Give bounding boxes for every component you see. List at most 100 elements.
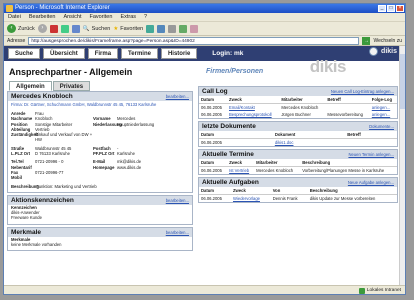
new-calllog-link[interactable]: Neuen Call Log-Eintrag anlegen...	[331, 87, 394, 96]
address-input[interactable]: http://ausgesprochen.de/dikis/Frameframe…	[28, 36, 360, 45]
appointments-heading: Aktuelle Termine	[202, 151, 254, 158]
messenger-icon[interactable]	[190, 24, 199, 33]
menu-bar: Datei Bearbeiten Ansicht Favoriten Extra…	[4, 13, 405, 22]
print-icon[interactable]	[168, 24, 177, 33]
task-purpose-link[interactable]: Wiedervorlage	[233, 196, 260, 201]
stop-icon[interactable]	[49, 24, 58, 33]
followup-link[interactable]: anlegen...	[372, 112, 390, 117]
appointments-section: Aktuelle Termine Neuen Termin anlegen... …	[198, 149, 398, 175]
detail-row: ZuständigkeitEinkauf und Verkauf von DW …	[8, 132, 192, 143]
description-value: Funktion: Marketing und Vertrieb	[36, 183, 97, 189]
close-button[interactable]: ×	[396, 5, 404, 12]
login-label: Login: mk	[212, 50, 244, 57]
back-button[interactable]: ‹ Zurück	[7, 24, 35, 33]
menu-tools[interactable]: Extras	[120, 13, 136, 21]
mail-icon[interactable]	[157, 24, 166, 33]
minimize-button[interactable]: _	[378, 5, 386, 12]
right-column: Call Log Neuen Call Log-Eintrag anlegen..…	[198, 86, 398, 205]
menu-file[interactable]: Datei	[8, 13, 21, 21]
address-bar: Adresse http://ausgesprochen.de/dikis/Fr…	[4, 36, 405, 46]
table-row: 06.06.2005 Email/Kontakt Mercedes Knobloch…	[201, 105, 391, 110]
refresh-icon[interactable]	[60, 24, 69, 33]
search-icon: 🔍	[82, 25, 90, 32]
field-value: Hauptniederlassung	[117, 121, 155, 127]
field-value: mk@dikis.de	[117, 159, 142, 165]
back-arrow-icon: ‹	[7, 24, 16, 33]
search-button[interactable]: 🔍 Suchen	[83, 26, 111, 32]
left-column: Mercedes Knobloch bearbeiten... Firma: Dr…	[7, 91, 193, 253]
appointment-purpose-link[interactable]: Ist Vertrieb	[229, 168, 249, 173]
table-row: 06.06.2005 Besprechungsprotokoll Jürgen Bu…	[201, 112, 391, 117]
features-heading: Merkmale	[11, 228, 41, 236]
favorites-button[interactable]: ★ Favoriten	[113, 26, 143, 32]
new-task-link[interactable]: Neue Aufgabe anlegen...	[348, 178, 394, 187]
field-label: PF.PLZ Ort	[93, 151, 115, 157]
edit-icon[interactable]	[179, 24, 188, 33]
documents-table: Datum Dokument Betreff 06.06.2005 dikis1.do…	[199, 131, 397, 146]
nav-history[interactable]: Historie	[160, 48, 198, 59]
address-details: Straße Waldbrunnstr 45 45 Postfach - L.PLZ O…	[8, 146, 192, 157]
appointments-table: Datum Zweck Mitarbeiter Beschreibung 06.06.…	[199, 159, 397, 174]
page-title: Ansprechpartner - Allgemein	[9, 67, 133, 77]
tab-private[interactable]: Privates	[52, 81, 91, 91]
table-row: 06.06.2005 Wiedervorlage Dennis Frank dikis…	[201, 196, 376, 201]
field-value: 0721-20996 - 0	[35, 159, 64, 165]
window-title: Person - Microsoft Internet Explorer	[15, 5, 110, 11]
contact-name: Mercedes Knobloch	[11, 93, 73, 100]
forward-button[interactable]: ›	[37, 24, 47, 33]
company-line[interactable]: Firma: Dr. Gärtner, Schuchmann GmbH, Wal…	[8, 101, 192, 108]
history-icon[interactable]	[146, 24, 155, 33]
documents-link[interactable]: Dokumente...	[369, 122, 394, 131]
contact-edit-link[interactable]: bearbeiten...	[166, 92, 189, 101]
browser-window: Person - Microsoft Internet Explorer _ □…	[3, 3, 406, 295]
dikis-logo: dikis	[309, 57, 347, 76]
field-value: D 76133 Karlsruhe	[35, 151, 70, 157]
menu-view[interactable]: Ansicht	[63, 13, 81, 21]
brand-name: dikis	[381, 48, 397, 55]
document-link[interactable]: dikis1.doc	[275, 140, 294, 145]
calllog-section: Call Log Neuen Call Log-Eintrag anlegen..…	[198, 86, 398, 119]
followup-link[interactable]: anlegen...	[372, 105, 390, 110]
scrollbar-thumb[interactable]	[400, 54, 405, 109]
menu-edit[interactable]: Bearbeiten	[29, 13, 56, 21]
home-icon[interactable]	[71, 24, 80, 33]
tab-general[interactable]: Allgemein	[9, 81, 52, 91]
action-edit-link[interactable]: bearbeiten...	[166, 196, 189, 205]
address-label: Adresse	[7, 37, 26, 44]
nav-search[interactable]: Suche	[8, 48, 41, 59]
new-appointment-link[interactable]: Neuen Termin anlegen...	[348, 150, 394, 159]
documents-heading: letzte Dokumente	[202, 123, 256, 130]
field-value: Einkauf und Verkauf von DW + HW	[35, 132, 93, 143]
features-edit-link[interactable]: bearbeiten...	[166, 228, 189, 237]
vertical-scrollbar[interactable]	[399, 46, 405, 287]
table-row: 06.06.2005 dikis1.doc	[201, 140, 294, 145]
nav-company[interactable]: Firma	[87, 48, 119, 59]
nav-overview[interactable]: Übersicht	[43, 48, 85, 59]
field-value: Mercedes	[117, 116, 136, 122]
menu-help[interactable]: ?	[144, 13, 147, 21]
go-icon[interactable]: →	[362, 36, 371, 45]
contact-details: Anrede Frau Nachname Knobloch Vorname Mercede…	[8, 111, 192, 143]
calllog-purpose-link[interactable]: Besprechungsprotokoll	[229, 112, 272, 117]
maximize-button[interactable]: □	[387, 5, 395, 12]
zone-label: Lokales Intranet	[366, 288, 401, 293]
brand-logo-icon	[369, 47, 379, 56]
field-value: www.dikis.de	[117, 164, 142, 170]
go-button[interactable]: Wechseln zu	[373, 38, 402, 44]
section-subtitle: Firmen/Personen	[206, 68, 264, 75]
table-row: 06.06.2005 Ist Vertrieb Mercedes Knobloch V…	[201, 168, 385, 173]
calllog-table: Datum Zweck Mitarbeiter Betreff Folge-Log 06…	[199, 96, 397, 118]
brand: dikis	[369, 47, 397, 56]
calllog-purpose-link[interactable]: Email/Kontakt	[229, 105, 255, 110]
field-value: Karlsruhe	[117, 151, 135, 157]
nav-appointments[interactable]: Termine	[121, 48, 158, 59]
menu-favorites[interactable]: Favoriten	[90, 13, 113, 21]
field-label: Zuständigkeit	[11, 132, 39, 138]
status-bar: Lokales Intranet	[4, 285, 405, 294]
page-content: Suche Übersicht Firma Termine Historie L…	[4, 46, 401, 286]
documents-section: letzte Dokumente Dokumente... Datum Dokume…	[198, 121, 398, 147]
tab-bar: Allgemein Privates	[9, 81, 91, 91]
field-value: -	[117, 145, 119, 151]
features-section: Merkmale bearbeiten... Merkmale keine Mer…	[7, 226, 193, 252]
tasks-heading: Aktuelle Aufgaben	[202, 179, 259, 186]
